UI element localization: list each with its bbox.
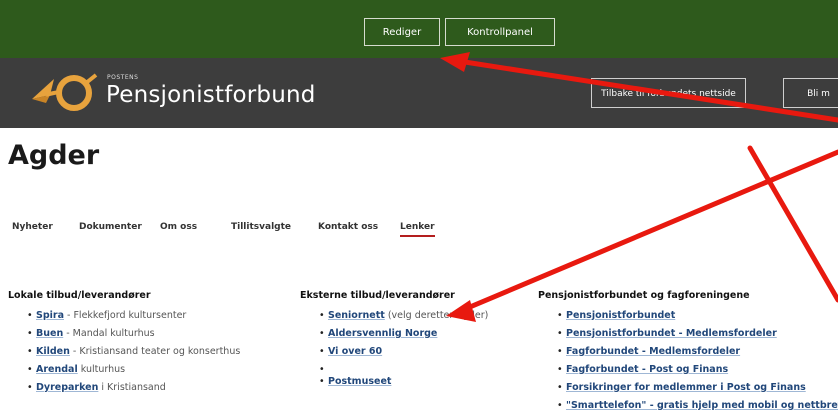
annotation-arrows xyxy=(440,52,838,322)
annotation-arrow-to-edit xyxy=(449,57,838,123)
annotation-arrow-to-tabs xyxy=(455,149,838,315)
arrow-head-icon xyxy=(440,52,470,72)
arrow-head-icon xyxy=(446,300,476,322)
